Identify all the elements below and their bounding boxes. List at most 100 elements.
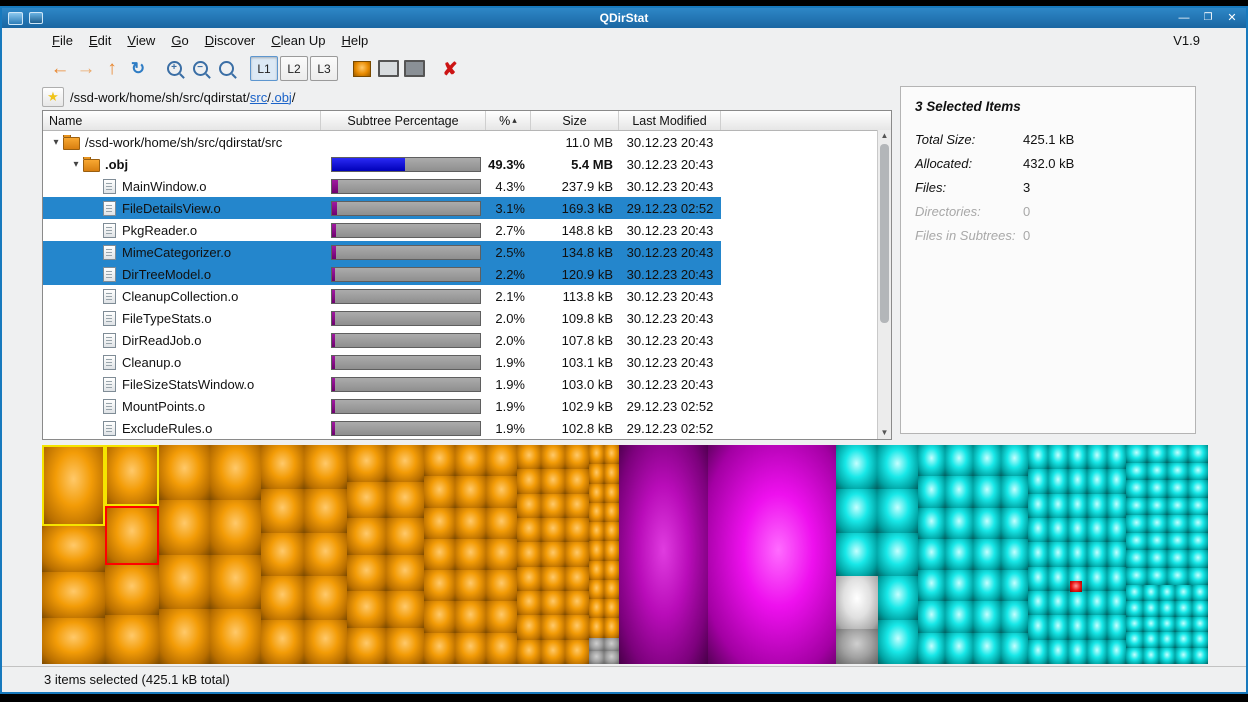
treemap-tile[interactable] xyxy=(619,445,708,664)
treemap-tile[interactable] xyxy=(210,609,261,664)
treemap-tile[interactable] xyxy=(159,555,210,610)
scroll-up-icon[interactable]: ▲ xyxy=(878,130,891,142)
treemap-tile-button[interactable] xyxy=(350,57,374,81)
treemap-tile[interactable] xyxy=(386,555,424,592)
treemap-tile[interactable] xyxy=(973,633,1001,664)
treemap-tile[interactable] xyxy=(1107,469,1127,493)
treemap-tile[interactable] xyxy=(1188,550,1208,568)
treemap-tile[interactable] xyxy=(565,542,589,566)
minimize-button[interactable]: — xyxy=(1176,11,1192,25)
treemap-tile[interactable] xyxy=(1188,463,1208,481)
treemap-tile[interactable] xyxy=(878,620,918,664)
column-header-subtree-percentage[interactable]: Subtree Percentage xyxy=(321,111,486,130)
treemap-tile[interactable] xyxy=(517,640,541,664)
treemap-tile[interactable] xyxy=(486,445,517,476)
tree-row--ssd-work-home-sh-src-qdirstat-src[interactable]: ▾/ssd-work/home/sh/src/qdirstat/src11.0 … xyxy=(43,131,721,153)
treemap-zoom-out-button[interactable] xyxy=(402,57,426,81)
treemap-tile[interactable] xyxy=(1068,640,1088,664)
treemap-tile[interactable] xyxy=(836,629,878,664)
treemap-tile[interactable] xyxy=(1143,601,1159,617)
treemap-tile[interactable] xyxy=(1107,615,1127,639)
treemap-tile[interactable] xyxy=(1159,632,1175,648)
treemap-tile[interactable] xyxy=(1107,567,1127,591)
treemap-tile[interactable] xyxy=(589,638,604,651)
treemap-tile[interactable] xyxy=(1126,498,1146,516)
treemap-tile[interactable] xyxy=(1188,498,1208,516)
treemap-tile[interactable] xyxy=(1147,533,1167,551)
treemap-tile[interactable] xyxy=(1147,463,1167,481)
treemap-tile[interactable] xyxy=(1126,463,1146,481)
treemap-tile[interactable] xyxy=(589,580,604,599)
treemap-tile[interactable] xyxy=(1068,518,1088,542)
treemap-tile[interactable] xyxy=(541,494,565,518)
treemap-tile[interactable] xyxy=(973,508,1001,539)
treemap-tile[interactable] xyxy=(1048,542,1068,566)
treemap-tile[interactable] xyxy=(945,508,973,539)
treemap-tile[interactable] xyxy=(486,570,517,601)
tree-row-CleanupCollection.o[interactable]: CleanupCollection.o2.1%113.8 kB30.12.23 … xyxy=(43,285,721,307)
treemap-tile[interactable] xyxy=(486,633,517,664)
treemap-tile[interactable] xyxy=(1028,469,1048,493)
treemap-tile[interactable] xyxy=(1107,494,1127,518)
treemap-tile[interactable] xyxy=(589,541,604,560)
treemap-tile[interactable] xyxy=(877,533,918,577)
treemap-tile[interactable] xyxy=(486,476,517,507)
treemap-tile[interactable] xyxy=(455,570,486,601)
treemap-tile[interactable] xyxy=(1126,632,1142,648)
treemap-tile[interactable] xyxy=(1147,550,1167,568)
treemap-tile[interactable] xyxy=(1126,617,1142,633)
treemap-tile[interactable] xyxy=(424,570,455,601)
treemap-tile[interactable] xyxy=(1167,568,1187,586)
treemap-tile[interactable] xyxy=(1147,480,1167,498)
treemap-tile[interactable] xyxy=(1188,480,1208,498)
treemap-tile[interactable] xyxy=(455,539,486,570)
treemap-tile[interactable] xyxy=(159,500,210,555)
expander-open-icon[interactable]: ▾ xyxy=(49,137,63,148)
path-link-src[interactable]: src xyxy=(250,90,267,105)
treemap-tile[interactable] xyxy=(1126,445,1146,463)
treemap-tile[interactable] xyxy=(565,591,589,615)
treemap-tile[interactable] xyxy=(347,518,385,555)
treemap-tile[interactable] xyxy=(918,508,946,539)
treemap-tile[interactable] xyxy=(1068,494,1088,518)
treemap-tile[interactable] xyxy=(210,555,261,610)
treemap-tile[interactable] xyxy=(261,489,304,533)
treemap-level-2-button[interactable]: L2 xyxy=(280,57,308,81)
treemap-tile[interactable] xyxy=(1167,550,1187,568)
treemap-tile[interactable] xyxy=(604,541,619,560)
treemap-tile[interactable] xyxy=(918,570,946,601)
treemap-tile[interactable] xyxy=(945,570,973,601)
treemap-tile[interactable] xyxy=(836,576,878,629)
treemap-tile-red-outline[interactable] xyxy=(105,506,159,565)
treemap-tile[interactable] xyxy=(1001,570,1029,601)
treemap-tile[interactable] xyxy=(1107,591,1127,615)
menu-clean-up[interactable]: Clean Up xyxy=(263,30,333,51)
treemap-tile[interactable] xyxy=(1175,585,1191,601)
treemap-tile[interactable] xyxy=(604,618,619,637)
treemap-tile[interactable] xyxy=(1087,591,1107,615)
treemap-tile[interactable] xyxy=(1159,601,1175,617)
tree-row-FileTypeStats.o[interactable]: FileTypeStats.o2.0%109.8 kB30.12.23 20:4… xyxy=(43,307,721,329)
treemap-tile[interactable] xyxy=(589,464,604,483)
treemap-tile[interactable] xyxy=(455,508,486,539)
treemap-tile[interactable] xyxy=(973,476,1001,507)
treemap-tile[interactable] xyxy=(1028,445,1048,469)
treemap-tile[interactable] xyxy=(565,445,589,469)
treemap-tile[interactable] xyxy=(1159,648,1175,664)
treemap-tile[interactable] xyxy=(541,445,565,469)
treemap-tile[interactable] xyxy=(1028,518,1048,542)
treemap-tile[interactable] xyxy=(1070,581,1082,592)
treemap-tile[interactable] xyxy=(541,469,565,493)
treemap-tile[interactable] xyxy=(604,638,619,651)
tree-row-PkgReader.o[interactable]: PkgReader.o2.7%148.8 kB30.12.23 20:43 xyxy=(43,219,721,241)
treemap-tile[interactable] xyxy=(159,445,210,500)
treemap-tile[interactable] xyxy=(589,618,604,637)
treemap-tile[interactable] xyxy=(1143,585,1159,601)
treemap-tile[interactable] xyxy=(1192,632,1208,648)
treemap-tile[interactable] xyxy=(1001,508,1029,539)
tree-row-Cleanup.o[interactable]: Cleanup.o1.9%103.1 kB30.12.23 20:43 xyxy=(43,351,721,373)
tree-row-FileSizeStatsWindow.o[interactable]: FileSizeStatsWindow.o1.9%103.0 kB30.12.2… xyxy=(43,373,721,395)
column-header-last-modified[interactable]: Last Modified xyxy=(619,111,721,130)
treemap-tile[interactable] xyxy=(1126,515,1146,533)
column-header-percent[interactable]: % ▴ xyxy=(486,111,531,130)
